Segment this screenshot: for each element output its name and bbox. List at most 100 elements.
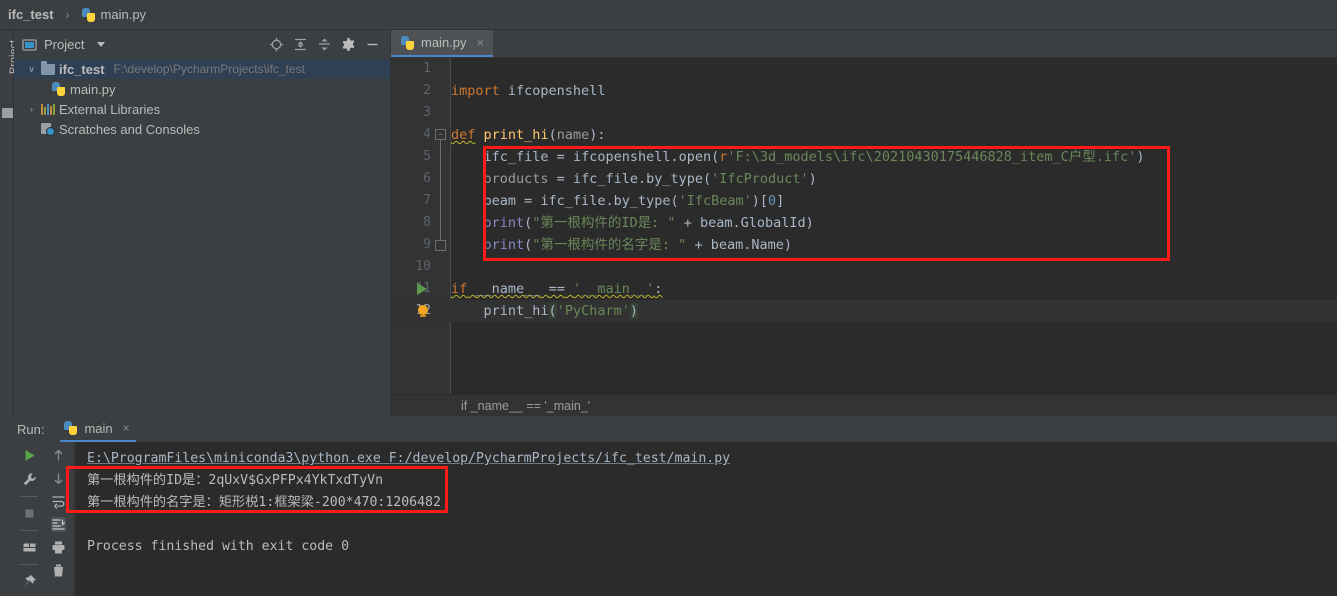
line-number: 6 [423, 171, 431, 186]
console-line-exit-status: Process finished with exit code 0 [87, 539, 350, 554]
token-function-name: print_hi [483, 127, 549, 143]
toolbar-divider [20, 564, 38, 565]
code-line-6: products = ifc_file.by_type('IfcProduct'… [483, 171, 817, 187]
layout-icon[interactable] [22, 540, 37, 555]
tree-item-label: main.py [70, 81, 116, 97]
editor-tab-bar: main.py × [391, 30, 1337, 58]
token-operator-eq: == [548, 281, 565, 297]
editor-breadcrumb[interactable]: if _name__ == '_main_' [391, 399, 590, 413]
breadcrumb-file[interactable]: main.py [101, 7, 147, 22]
locate-target-icon[interactable] [269, 37, 284, 52]
console-line-output-id: 第一根构件的ID是：2qUxV$GxPFPx4YkTxdTyVn [87, 473, 384, 488]
intention-bulb-icon[interactable] [417, 305, 429, 317]
token-keyword-if: if [451, 281, 468, 297]
project-panel: Project ∨ ifc_test F:\develop\PycharmPro… [14, 30, 391, 416]
code-fold-collapse-icon[interactable]: − [435, 129, 446, 140]
project-view-selector[interactable]: Project [22, 37, 106, 52]
token-var-ifc-file: ifc_file [483, 149, 549, 165]
wrench-settings-icon[interactable] [22, 472, 37, 487]
python-file-icon [52, 82, 66, 96]
tree-item-label: External Libraries [59, 101, 161, 117]
collapse-all-icon[interactable] [317, 37, 332, 52]
project-panel-header: Project [14, 30, 390, 58]
token-module-name: ifcopenshell [499, 83, 606, 99]
token-var-products: products [483, 171, 549, 187]
code-text[interactable]: import ifcopenshell def print_hi(name): … [451, 58, 1337, 416]
tree-item-external-libraries[interactable]: › External Libraries [14, 99, 390, 119]
arrow-down-icon[interactable] [51, 471, 66, 486]
python-file-icon [81, 7, 96, 22]
pycharm-window: ifc_test › main.py Project Project [0, 0, 1337, 596]
close-icon[interactable]: × [123, 421, 130, 435]
print-icon[interactable] [51, 540, 66, 555]
console-line-output-name: 第一根构件的名字是：矩形棁1:框架梁-200*470:1206482 [87, 495, 441, 510]
token-call-by-type: ifc_file.by_type [540, 193, 671, 209]
code-line-11: if __name__ == '__main__': [451, 281, 663, 297]
token-string-ifcbeam: 'IfcBeam' [678, 193, 752, 209]
code-fold-end-icon[interactable] [435, 240, 446, 251]
tree-item-path: F:\develop\PycharmProjects\ifc_test [113, 62, 305, 76]
rerun-play-icon[interactable] [22, 448, 37, 463]
scroll-to-end-icon[interactable] [51, 517, 66, 532]
code-fold-line [440, 140, 441, 240]
close-icon[interactable]: × [477, 35, 485, 50]
code-line-7: beam = ifc_file.by_type('IfcBeam')[0] [483, 193, 785, 209]
token-call-by-type: ifc_file.by_type [572, 171, 703, 187]
line-number: 9 [423, 237, 431, 252]
run-toolbar-right [44, 442, 74, 596]
line-number: 2 [423, 83, 431, 98]
token-var-beam: beam [483, 193, 517, 209]
token-string-main: '__main__' [572, 281, 655, 297]
expand-all-icon[interactable] [293, 37, 308, 52]
arrow-up-icon[interactable] [51, 448, 66, 463]
console-output[interactable]: E:\ProgramFiles\miniconda3\python.exe F:… [75, 442, 1337, 596]
soft-wrap-icon[interactable] [51, 494, 66, 509]
run-line-icon[interactable] [417, 283, 427, 295]
token-string-id-label: "第一根构件的ID是: " [532, 215, 676, 231]
tab-label: main.py [421, 35, 467, 50]
token-param-name: name [556, 127, 590, 143]
tab-main-py[interactable]: main.py × [391, 30, 494, 57]
python-run-icon [64, 421, 78, 435]
token-attr-name: beam.Name [710, 237, 784, 253]
run-tool-window-header: Run: main × [0, 416, 1337, 442]
library-icon [41, 103, 55, 115]
folder-icon [41, 60, 55, 75]
run-tool-window: Run: main × E:\ProgramFiles\miniconda3\p… [0, 416, 1337, 596]
chevron-down-icon[interactable]: ∨ [26, 59, 37, 79]
token-call-open: ifcopenshell.open [572, 149, 712, 165]
line-number: 8 [423, 215, 431, 230]
token-string-pycharm: 'PyCharm' [556, 303, 630, 319]
stop-icon[interactable] [22, 506, 37, 521]
navigation-bar: ifc_test › main.py [0, 0, 1337, 30]
tree-item-label: Scratches and Consoles [59, 121, 200, 137]
token-index-zero: 0 [768, 193, 777, 209]
chevron-right-icon[interactable]: › [26, 99, 37, 119]
structure-tool-icon[interactable] [2, 108, 13, 118]
tree-item-scratches-and-consoles[interactable]: Scratches and Consoles [14, 119, 390, 139]
pin-icon[interactable] [22, 574, 37, 589]
hide-minimize-icon[interactable] [365, 37, 380, 52]
console-line-command[interactable]: E:\ProgramFiles\miniconda3\python.exe F:… [87, 448, 1337, 470]
chevron-down-icon[interactable] [97, 41, 106, 47]
line-number: 10 [415, 259, 431, 274]
code-line-9: print("第一根构件的名字是: " + beam.Name) [483, 237, 792, 253]
code-line-2: import ifcopenshell [451, 80, 1337, 102]
code-line-4: def print_hi(name): [451, 127, 606, 143]
code-editor[interactable]: 1 2 3 4 5 6 7 8 9 10 11 12 − import ifco… [391, 58, 1337, 416]
run-toolbar-left [14, 442, 44, 596]
line-number: 3 [423, 105, 431, 120]
project-tree: ∨ ifc_test F:\develop\PycharmProjects\if… [14, 58, 390, 139]
gear-icon[interactable] [341, 37, 356, 52]
tree-item-main-py[interactable]: main.py [14, 79, 390, 99]
trash-icon[interactable] [51, 563, 66, 578]
run-tab-main[interactable]: main × [60, 417, 136, 442]
tree-item-ifc-test[interactable]: ∨ ifc_test F:\develop\PycharmProjects\if… [14, 59, 390, 79]
token-call-print-hi: print_hi [483, 303, 549, 319]
code-line-8: print("第一根构件的ID是: " + beam.GlobalId) [483, 215, 814, 231]
code-line-5: ifc_file = ifcopenshell.open(r'F:\3d_mod… [483, 149, 1145, 165]
breadcrumb-project[interactable]: ifc_test [8, 7, 54, 22]
